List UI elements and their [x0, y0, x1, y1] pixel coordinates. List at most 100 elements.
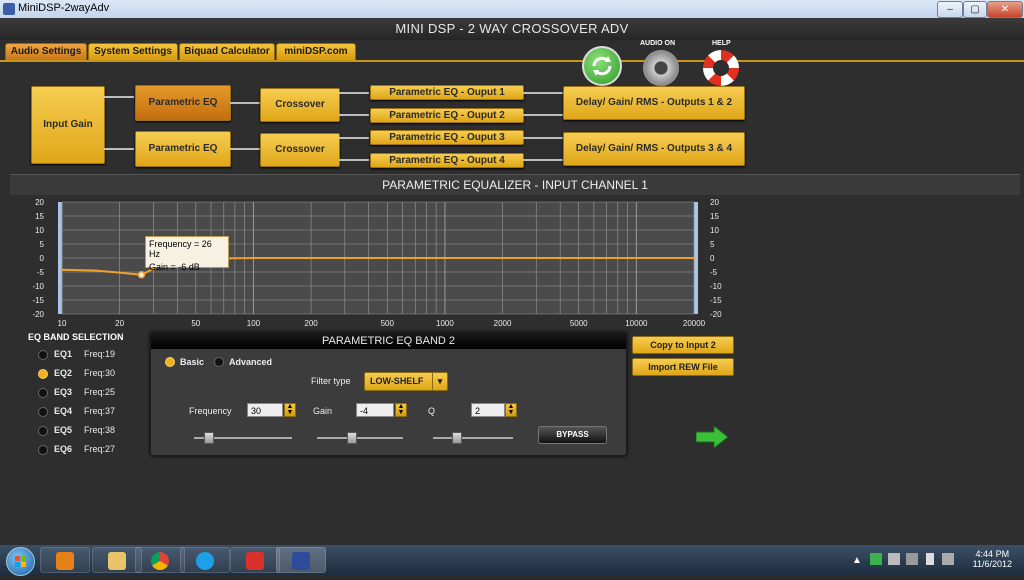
x-tick-label: 20 — [115, 319, 124, 328]
eq-band-radio[interactable] — [38, 425, 48, 436]
eq-band-row[interactable]: EQ1 Freq:19 — [38, 349, 115, 365]
eq-band-freq: Freq:25 — [84, 387, 116, 397]
copy-to-input-button[interactable]: Copy to Input 2 — [632, 336, 734, 354]
close-button[interactable]: ✕ — [987, 1, 1023, 18]
taskbar-minidsp[interactable] — [276, 547, 326, 573]
x-tick-label: 100 — [247, 319, 261, 328]
y-tick-label-left: 0 — [40, 254, 45, 263]
tooltip-gain: Gain = -6 dB — [149, 262, 200, 272]
crossover-1-block[interactable]: Crossover — [260, 88, 340, 122]
taskbar-app[interactable] — [230, 547, 280, 573]
clock-time: 4:44 PM — [975, 549, 1010, 559]
tab-system-settings[interactable]: System Settings — [88, 43, 178, 61]
data-point — [94, 269, 97, 272]
eq-band-row[interactable]: EQ5 Freq:38 — [38, 425, 115, 441]
tray-battery-icon[interactable] — [926, 553, 934, 565]
y-tick-label-right: -5 — [710, 268, 718, 277]
bypass-button[interactable]: BYPASS — [538, 426, 607, 444]
mode-basic-radio[interactable] — [165, 357, 175, 367]
gain-slider[interactable] — [317, 437, 403, 439]
mode-advanced-radio[interactable] — [214, 357, 224, 367]
gain-slider-thumb[interactable] — [347, 432, 357, 444]
q-input[interactable]: 2 — [471, 403, 505, 417]
filter-type-label: Filter type — [311, 376, 351, 386]
clock[interactable]: 4:44 PM 11/6/2012 — [973, 549, 1012, 569]
eq-band-label: EQ1 — [54, 349, 73, 359]
eq-band-radio[interactable] — [38, 368, 48, 379]
import-rew-button[interactable]: Import REW File — [632, 358, 734, 376]
output-2-eq-block[interactable]: Parametric EQ - Ouput 2 — [370, 108, 524, 123]
eq-band-freq: Freq:30 — [84, 368, 116, 378]
eq-band-row[interactable]: EQ6 Freq:27 — [38, 444, 115, 460]
y-tick-label-left: -20 — [32, 310, 44, 319]
y-tick-label-left: 20 — [35, 198, 44, 207]
mode-advanced-label[interactable]: Advanced — [229, 357, 272, 367]
maximize-button[interactable]: ▢ — [963, 1, 987, 18]
chevron-down-icon[interactable]: ▾ — [432, 373, 447, 390]
eq-band-freq: Freq:37 — [84, 406, 116, 416]
gain-stepper[interactable]: ▲ ▼ — [395, 403, 407, 417]
filter-type-dropdown[interactable]: LOW-SHELF ▾ — [364, 372, 448, 391]
crossover-2-block[interactable]: Crossover — [260, 133, 340, 167]
taskbar-media-player[interactable] — [40, 547, 90, 573]
frequency-slider-thumb[interactable] — [204, 432, 214, 444]
eq-band-label: EQ3 — [54, 387, 73, 397]
delay-gain-outputs-3-4-block[interactable]: Delay/ Gain/ RMS - Outputs 3 & 4 — [563, 132, 745, 166]
connector — [339, 114, 369, 116]
internet-explorer-icon — [196, 552, 214, 570]
parametric-eq-1-block[interactable]: Parametric EQ — [135, 85, 231, 121]
tray-network-icon[interactable] — [906, 553, 918, 565]
y-tick-label-left: 15 — [35, 212, 44, 221]
q-slider[interactable] — [433, 437, 513, 439]
connector — [523, 114, 563, 116]
eq-band-radio[interactable] — [38, 444, 48, 455]
eq-band-row[interactable]: EQ4 Freq:37 — [38, 406, 115, 422]
tray-check-icon[interactable] — [870, 553, 882, 565]
y-tick-label-right: -10 — [710, 282, 722, 291]
speaker-icon[interactable] — [643, 50, 679, 86]
q-slider-thumb[interactable] — [452, 432, 462, 444]
input-gain-block[interactable]: Input Gain — [31, 86, 105, 164]
y-tick-label-right: -20 — [710, 310, 722, 319]
minimize-button[interactable]: – — [937, 1, 963, 18]
output-3-eq-block[interactable]: Parametric EQ - Ouput 3 — [370, 130, 524, 145]
eq-band-freq: Freq:27 — [84, 444, 116, 454]
y-tick-label-right: 5 — [710, 240, 715, 249]
window-titlebar: MiniDSP-2wayAdv – ▢ ✕ — [0, 0, 1024, 19]
output-1-eq-block[interactable]: Parametric EQ - Ouput 1 — [370, 85, 524, 100]
app-window: MINI DSP - 2 WAY CROSSOVER ADV Audio Set… — [0, 18, 1024, 545]
frequency-input[interactable]: 30 — [247, 403, 283, 417]
delay-gain-outputs-1-2-block[interactable]: Delay/ Gain/ RMS - Outputs 1 & 2 — [563, 86, 745, 120]
tray-flag-icon[interactable] — [888, 553, 900, 565]
connector — [230, 148, 260, 150]
output-4-eq-block[interactable]: Parametric EQ - Ouput 4 — [370, 153, 524, 168]
chart-tooltip: Frequency = 26 Hz Gain = -6 dB — [145, 236, 229, 272]
eq-band-radio[interactable] — [38, 387, 48, 398]
tray-chevron-icon[interactable]: ▲ — [852, 555, 862, 566]
taskbar-ie[interactable] — [180, 547, 230, 573]
filter-type-value: LOW-SHELF — [370, 376, 424, 386]
tab-audio-settings[interactable]: Audio Settings — [5, 43, 87, 61]
x-tick-label: 50 — [191, 319, 200, 328]
eq-band-radio[interactable] — [38, 349, 48, 360]
y-tick-label-right: 20 — [710, 198, 719, 207]
refresh-icon[interactable] — [582, 46, 622, 86]
eq-band-row[interactable]: EQ3 Freq:25 — [38, 387, 115, 403]
data-point — [60, 268, 64, 271]
x-tick-label: 10000 — [625, 319, 648, 328]
parametric-eq-2-block[interactable]: Parametric EQ — [135, 131, 231, 167]
lifebuoy-icon[interactable] — [703, 50, 739, 86]
taskbar-chrome[interactable] — [135, 547, 185, 573]
next-arrow-icon[interactable] — [695, 424, 729, 453]
data-point — [692, 256, 696, 260]
tab-minidsp-com[interactable]: miniDSP.com — [276, 43, 356, 61]
tray-volume-icon[interactable] — [942, 553, 954, 565]
q-stepper[interactable]: ▲ ▼ — [505, 403, 517, 417]
mode-basic-label[interactable]: Basic — [180, 357, 204, 367]
eq-band-radio[interactable] — [38, 406, 48, 417]
frequency-stepper[interactable]: ▲ ▼ — [284, 403, 296, 417]
eq-band-row[interactable]: EQ2 Freq:30 — [38, 368, 115, 384]
tab-biquad-calculator[interactable]: Biquad Calculator — [179, 43, 275, 61]
start-button[interactable] — [6, 547, 35, 576]
gain-input[interactable]: -4 — [356, 403, 394, 417]
